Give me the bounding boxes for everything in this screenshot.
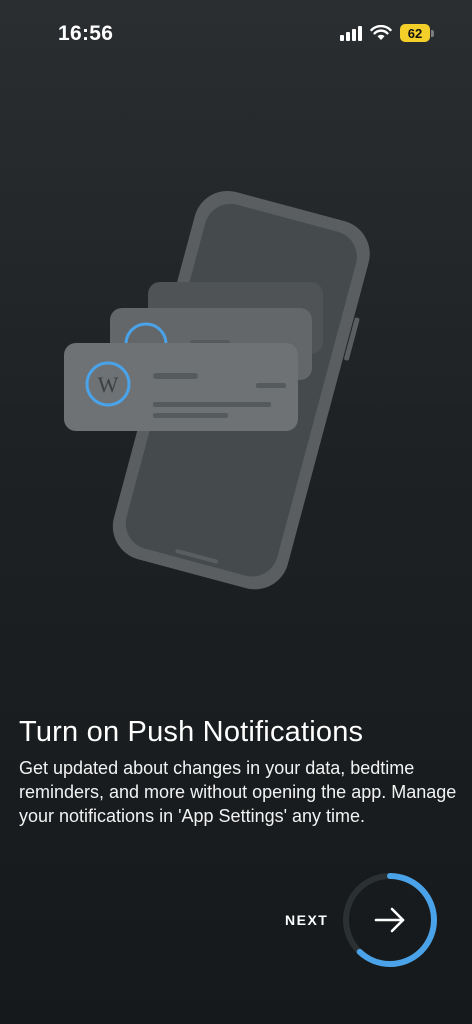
next-label[interactable]: NEXT bbox=[285, 912, 328, 928]
status-time: 16:56 bbox=[58, 22, 114, 45]
app-logo-letter: W bbox=[98, 372, 119, 397]
notification-card-front: W bbox=[64, 343, 298, 431]
status-icons: 62 bbox=[340, 24, 434, 42]
battery-icon: 62 bbox=[400, 24, 434, 42]
cellular-signal-icon bbox=[340, 25, 362, 41]
next-button[interactable] bbox=[342, 872, 438, 968]
status-bar: 16:56 62 bbox=[0, 0, 472, 70]
arrow-right-icon bbox=[374, 907, 405, 933]
phone-notification-illustration: W bbox=[64, 190, 370, 590]
wifi-icon bbox=[370, 25, 392, 40]
page-description: Get updated about changes in your data, … bbox=[19, 758, 457, 826]
page-title: Turn on Push Notifications bbox=[19, 716, 364, 748]
battery-level: 62 bbox=[400, 24, 430, 42]
